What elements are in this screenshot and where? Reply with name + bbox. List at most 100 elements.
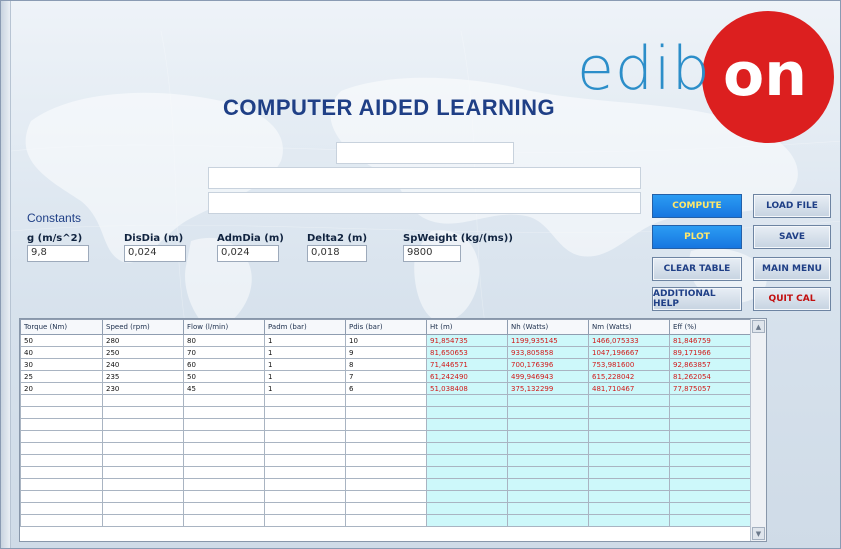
table-cell[interactable] — [183, 514, 265, 527]
table-cell[interactable]: 25 — [20, 370, 103, 383]
vertical-scrollbar[interactable]: ▲ ▼ — [750, 319, 766, 541]
table-cell[interactable] — [264, 478, 346, 491]
scroll-up-arrow-icon[interactable]: ▲ — [752, 320, 765, 333]
table-cell[interactable] — [183, 430, 265, 443]
table-cell[interactable] — [20, 430, 103, 443]
table-cell[interactable]: 40 — [20, 346, 103, 359]
table-cell[interactable] — [20, 466, 103, 479]
table-cell[interactable] — [345, 430, 427, 443]
table-cell[interactable] — [102, 466, 184, 479]
table-cell[interactable] — [345, 406, 427, 419]
main-menu-button[interactable]: MAIN MENU — [753, 257, 831, 281]
table-cell[interactable]: 50 — [183, 370, 265, 383]
table-cell[interactable]: 280 — [102, 334, 184, 347]
table-cell[interactable]: 45 — [183, 382, 265, 395]
table-cell[interactable]: 230 — [102, 382, 184, 395]
table-cell[interactable] — [183, 406, 265, 419]
table-cell[interactable] — [264, 442, 346, 455]
table-cell[interactable] — [183, 490, 265, 503]
constant-input-g[interactable]: 9,8 — [27, 245, 89, 262]
table-cell[interactable] — [102, 478, 184, 491]
table-cell[interactable] — [183, 442, 265, 455]
table-cell[interactable] — [345, 502, 427, 515]
table-cell[interactable] — [345, 466, 427, 479]
table-cell[interactable] — [20, 478, 103, 491]
constant-input-delta2[interactable]: 0,018 — [307, 245, 367, 262]
table-cell[interactable] — [102, 442, 184, 455]
table-cell[interactable]: 1 — [264, 382, 346, 395]
compute-button[interactable]: COMPUTE — [652, 194, 742, 218]
table-cell[interactable]: 1 — [264, 358, 346, 371]
table-cell[interactable] — [20, 454, 103, 467]
table-cell[interactable] — [102, 406, 184, 419]
table-cell[interactable]: 9 — [345, 346, 427, 359]
table-cell[interactable] — [20, 514, 103, 527]
table-cell[interactable] — [264, 514, 346, 527]
table-cell[interactable]: 80 — [183, 334, 265, 347]
table-cell[interactable] — [345, 394, 427, 407]
data-grid[interactable]: Torque (Nm) Speed (rpm) Flow (l/min) Pad… — [19, 318, 767, 542]
save-button[interactable]: SAVE — [753, 225, 831, 249]
table-cell[interactable]: 30 — [20, 358, 103, 371]
table-cell[interactable] — [102, 502, 184, 515]
table-cell[interactable] — [20, 502, 103, 515]
table-cell[interactable]: 235 — [102, 370, 184, 383]
table-cell — [669, 454, 751, 467]
table-cell[interactable] — [183, 394, 265, 407]
table-cell[interactable]: 250 — [102, 346, 184, 359]
table-cell[interactable] — [20, 418, 103, 431]
constant-input-admdia[interactable]: 0,024 — [217, 245, 279, 262]
table-cell[interactable] — [20, 394, 103, 407]
table-cell[interactable] — [264, 466, 346, 479]
constant-label-delta2: Delta2 (m) — [307, 233, 368, 244]
table-cell[interactable] — [345, 454, 427, 467]
table-cell[interactable]: 240 — [102, 358, 184, 371]
table-cell[interactable] — [264, 394, 346, 407]
table-cell[interactable]: 8 — [345, 358, 427, 371]
constant-input-spweight[interactable]: 9800 — [403, 245, 461, 262]
table-cell[interactable] — [345, 514, 427, 527]
table-cell[interactable] — [102, 418, 184, 431]
table-cell[interactable] — [264, 454, 346, 467]
table-cell[interactable] — [345, 490, 427, 503]
table-cell[interactable] — [20, 490, 103, 503]
table-cell[interactable] — [102, 394, 184, 407]
table-cell[interactable]: 10 — [345, 334, 427, 347]
table-cell[interactable] — [102, 514, 184, 527]
table-cell[interactable] — [345, 442, 427, 455]
constant-input-disdia[interactable]: 0,024 — [124, 245, 186, 262]
table-cell[interactable]: 50 — [20, 334, 103, 347]
table-cell[interactable] — [264, 502, 346, 515]
plot-button[interactable]: PLOT — [652, 225, 742, 249]
load-file-button[interactable]: LOAD FILE — [753, 194, 831, 218]
scroll-down-arrow-icon[interactable]: ▼ — [752, 527, 765, 540]
table-cell[interactable]: 1 — [264, 334, 346, 347]
table-cell[interactable] — [102, 454, 184, 467]
table-cell[interactable]: 20 — [20, 382, 103, 395]
table-cell[interactable] — [264, 490, 346, 503]
table-cell[interactable]: 1 — [264, 346, 346, 359]
table-cell[interactable] — [183, 454, 265, 467]
table-cell[interactable]: 60 — [183, 358, 265, 371]
table-cell[interactable]: 6 — [345, 382, 427, 395]
table-cell[interactable] — [183, 502, 265, 515]
table-cell[interactable] — [345, 478, 427, 491]
table-cell[interactable]: 70 — [183, 346, 265, 359]
table-cell[interactable] — [102, 430, 184, 443]
table-cell[interactable] — [102, 490, 184, 503]
table-cell[interactable] — [183, 418, 265, 431]
table-cell[interactable] — [183, 478, 265, 491]
table-cell: 753,981600 — [588, 358, 670, 371]
clear-table-button[interactable]: CLEAR TABLE — [652, 257, 742, 281]
table-cell[interactable] — [183, 466, 265, 479]
additional-help-button[interactable]: ADDITIONAL HELP — [652, 287, 742, 311]
quit-cal-button[interactable]: QUIT CAL — [753, 287, 831, 311]
table-cell[interactable]: 7 — [345, 370, 427, 383]
table-cell[interactable] — [20, 406, 103, 419]
table-cell[interactable] — [264, 406, 346, 419]
table-cell[interactable] — [345, 418, 427, 431]
table-cell[interactable] — [20, 442, 103, 455]
table-cell[interactable] — [264, 430, 346, 443]
table-cell[interactable] — [264, 418, 346, 431]
table-cell[interactable]: 1 — [264, 370, 346, 383]
